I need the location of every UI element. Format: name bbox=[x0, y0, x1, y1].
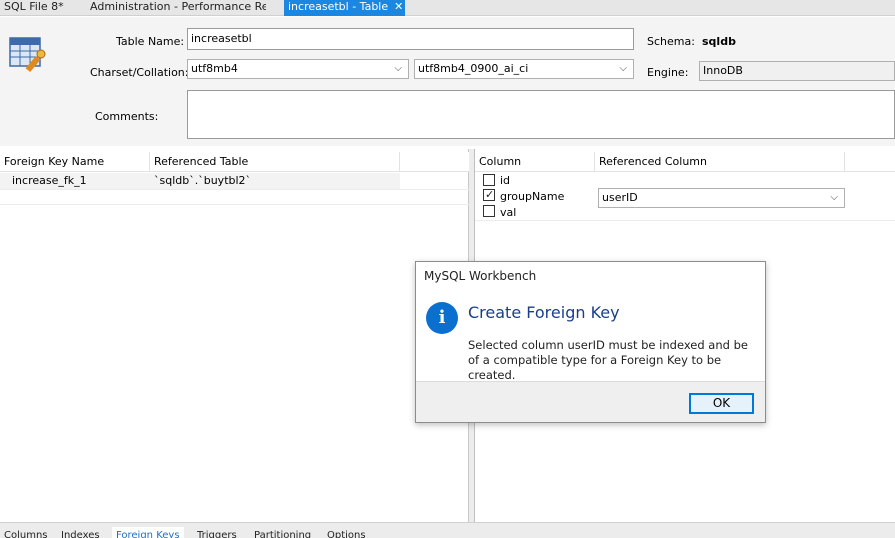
tab-increasetbl[interactable]: increasetbl - Table ✕ bbox=[284, 0, 405, 16]
table-name-label: Table Name: bbox=[116, 35, 185, 48]
close-icon[interactable]: ✕ bbox=[394, 0, 403, 13]
row-divider bbox=[475, 220, 895, 221]
referenced-column-value: userID bbox=[602, 191, 638, 204]
dialog-title: MySQL Workbench bbox=[424, 269, 537, 283]
column-name: id bbox=[500, 174, 511, 187]
table-icon bbox=[9, 37, 46, 73]
tab-foreign-keys[interactable]: Foreign Keys bbox=[112, 527, 184, 538]
foreign-key-list: Foreign Key Name Referenced Table increa… bbox=[0, 149, 469, 522]
charset-label: Charset/Collation: bbox=[90, 66, 189, 79]
column-row-val[interactable]: val bbox=[475, 205, 895, 221]
engine-label: Engine: bbox=[647, 66, 689, 79]
tab-options[interactable]: Options bbox=[327, 530, 366, 538]
ok-button[interactable]: OK bbox=[689, 393, 754, 414]
tab-triggers[interactable]: Triggers bbox=[197, 530, 237, 538]
column-grid-header: Column Referenced Column bbox=[475, 152, 895, 172]
comments-label: Comments: bbox=[95, 110, 159, 123]
create-foreign-key-dialog: MySQL Workbench i Create Foreign Key Sel… bbox=[415, 261, 766, 423]
tab-label: SQL File 8* bbox=[4, 0, 64, 13]
tab-columns[interactable]: Columns bbox=[4, 530, 48, 538]
charset-value: utf8mb4 bbox=[191, 62, 238, 75]
tab-partitioning[interactable]: Partitioning bbox=[254, 530, 311, 538]
fk-table-cell[interactable]: `sqldb`.`buytbl2` bbox=[154, 173, 251, 188]
charset-select[interactable]: utf8mb4 ⌵ bbox=[187, 59, 409, 79]
table-properties-form: Table Name: increasetbl Schema: sqldb Ch… bbox=[0, 17, 895, 146]
fk-row[interactable]: increase_fk_1 `sqldb`.`buytbl2` bbox=[0, 173, 400, 189]
collation-select[interactable]: utf8mb4_0900_ai_ci ⌵ bbox=[414, 59, 634, 79]
dialog-footer: OK bbox=[416, 381, 765, 422]
schema-value: sqldb bbox=[702, 35, 736, 48]
comments-textarea[interactable] bbox=[187, 90, 895, 139]
column-checkbox[interactable] bbox=[483, 205, 495, 217]
editor-tab-strip: SQL File 8* Administration - Performance… bbox=[0, 0, 895, 16]
tab-sql-file[interactable]: SQL File 8* bbox=[0, 0, 84, 16]
tab-label: Administration - Performance Re... bbox=[90, 0, 266, 13]
table-name-input[interactable]: increasetbl bbox=[187, 28, 634, 50]
referenced-table-column-header[interactable]: Referenced Table bbox=[150, 152, 400, 172]
column-name: groupName bbox=[500, 190, 565, 203]
fk-grid-header: Foreign Key Name Referenced Table bbox=[0, 152, 469, 172]
info-icon: i bbox=[426, 302, 458, 334]
column-column-header[interactable]: Column bbox=[475, 152, 595, 172]
fk-name-cell[interactable]: increase_fk_1 bbox=[12, 173, 87, 188]
column-row-id[interactable]: id bbox=[475, 173, 895, 189]
chevron-down-icon: ⌵ bbox=[394, 63, 402, 74]
row-divider bbox=[0, 189, 469, 190]
column-name: val bbox=[500, 206, 517, 219]
column-checkbox[interactable] bbox=[483, 187, 495, 202]
tab-indexes[interactable]: Indexes bbox=[61, 530, 100, 538]
fk-name-column-header[interactable]: Foreign Key Name bbox=[0, 152, 150, 172]
engine-value: InnoDB bbox=[703, 64, 743, 77]
column-checkbox[interactable] bbox=[483, 174, 495, 186]
referenced-column-header[interactable]: Referenced Column bbox=[595, 152, 845, 172]
editor-bottom-tabs: Columns Indexes Foreign Keys Triggers Pa… bbox=[0, 522, 895, 538]
dialog-heading: Create Foreign Key bbox=[468, 303, 620, 322]
tab-label: increasetbl - Table bbox=[288, 0, 389, 13]
collation-value: utf8mb4_0900_ai_ci bbox=[418, 62, 529, 75]
column-row-groupname[interactable]: groupName userID ⌵ bbox=[475, 187, 895, 208]
engine-select[interactable]: InnoDB bbox=[699, 61, 895, 81]
chevron-down-icon: ⌵ bbox=[619, 63, 627, 74]
schema-label: Schema: bbox=[647, 35, 695, 48]
dialog-message: Selected column userID must be indexed a… bbox=[468, 338, 748, 382]
row-divider bbox=[0, 204, 469, 205]
tab-administration[interactable]: Administration - Performance Re... bbox=[86, 0, 266, 16]
